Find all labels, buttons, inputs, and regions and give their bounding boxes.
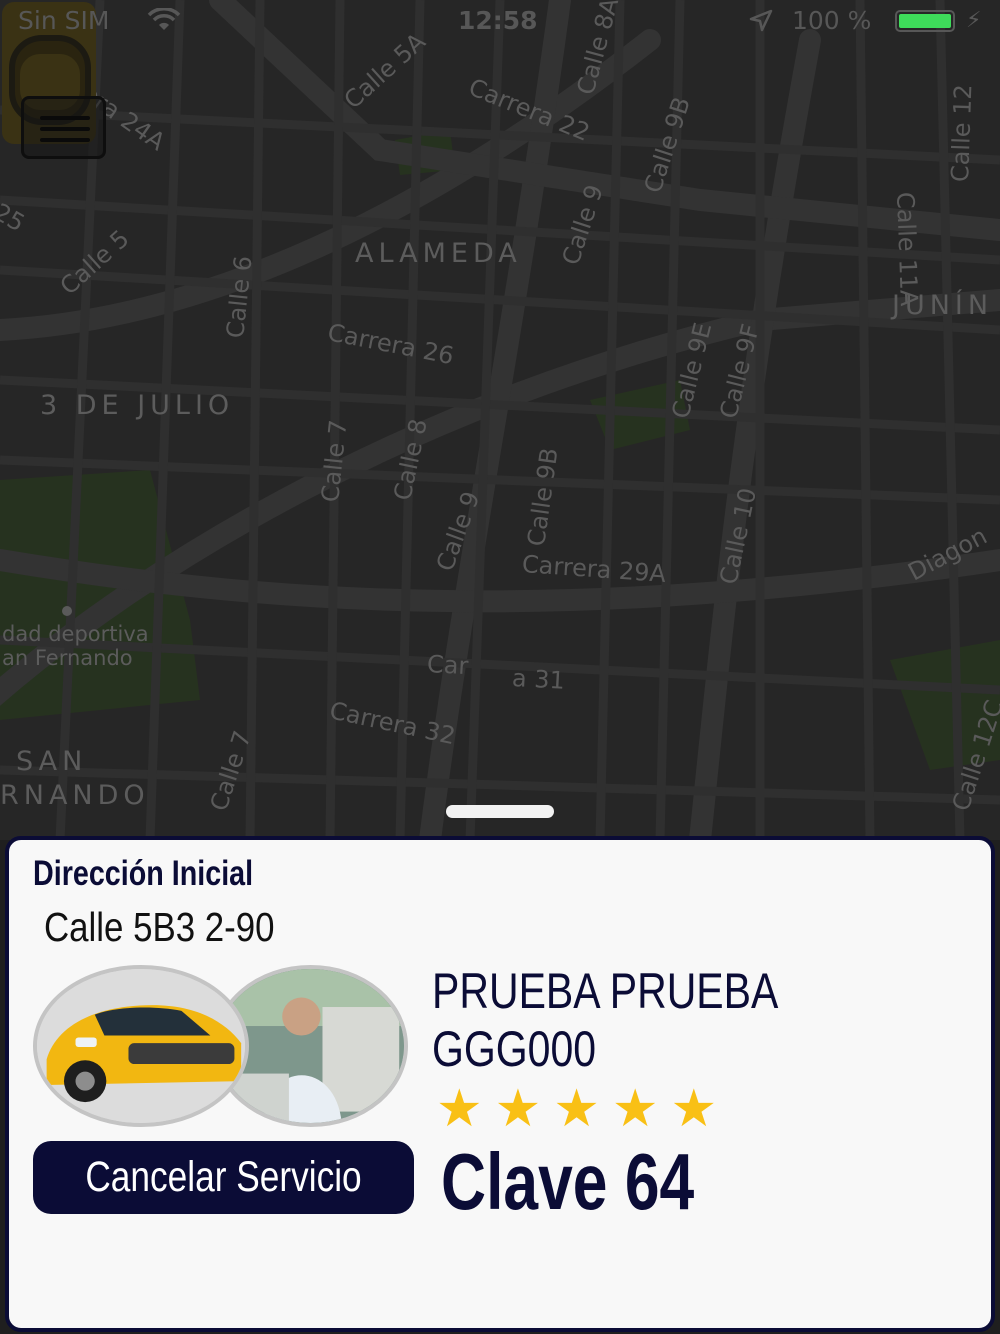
hamburger-menu-button[interactable] (21, 96, 106, 159)
poi-dot (62, 606, 72, 616)
status-bar: Sin SIM 12:58 100 % ⚡ (0, 0, 1000, 42)
clock: 12:58 (458, 6, 538, 35)
start-address-value: Calle 5B3 2-90 (44, 904, 275, 950)
cancel-service-button[interactable]: Cancelar Servicio (33, 1141, 414, 1214)
poi-label: an Fernando (2, 646, 133, 670)
hamburger-line (40, 138, 90, 142)
start-address-heading: Dirección Inicial (33, 854, 254, 893)
battery-icon (895, 10, 955, 32)
wifi-icon (147, 8, 181, 30)
area-label: JUNÍN (892, 290, 994, 321)
vehicle-plate: GGG000 (432, 1021, 597, 1077)
area-label: RNANDO (0, 780, 150, 811)
star-icon: ★ (494, 1079, 542, 1139)
area-label: 3 DE JULIO (40, 390, 235, 421)
car-photo (33, 965, 249, 1127)
poi-label: dad deportiva (2, 622, 149, 646)
service-code: Clave 64 (441, 1137, 695, 1226)
location-arrow-icon (749, 9, 773, 32)
charging-bolt-icon: ⚡ (966, 8, 982, 33)
cancel-service-label: Cancelar Servicio (85, 1153, 362, 1201)
carrier-label: Sin SIM (18, 6, 110, 35)
battery-level-fill (899, 14, 951, 28)
star-icon: ★ (553, 1079, 600, 1139)
hamburger-line (40, 127, 90, 131)
street-label: a 31 (511, 664, 566, 695)
driver-rating: ★ ★ ★ ★ ★ (436, 1083, 717, 1135)
battery-percentage: 100 % (792, 6, 872, 35)
panel-drag-handle[interactable] (446, 805, 554, 818)
star-icon: ★ (670, 1079, 718, 1139)
street-label: Car (426, 650, 470, 681)
area-label: ALAMEDA (355, 238, 522, 269)
area-label: SAN (16, 746, 88, 777)
trip-info-panel: Dirección Inicial Calle 5B3 2-90 PRUEBA … (5, 836, 995, 1332)
star-icon: ★ (436, 1079, 483, 1139)
street-label: Calle 12 (946, 83, 978, 183)
driver-name: PRUEBA PRUEBA (432, 963, 779, 1019)
star-icon: ★ (611, 1079, 659, 1139)
hamburger-menu-icon (40, 116, 90, 120)
map-view[interactable]: Carrera 24A Calle 5A Carrera 22 Calle 8A… (0, 0, 1000, 840)
